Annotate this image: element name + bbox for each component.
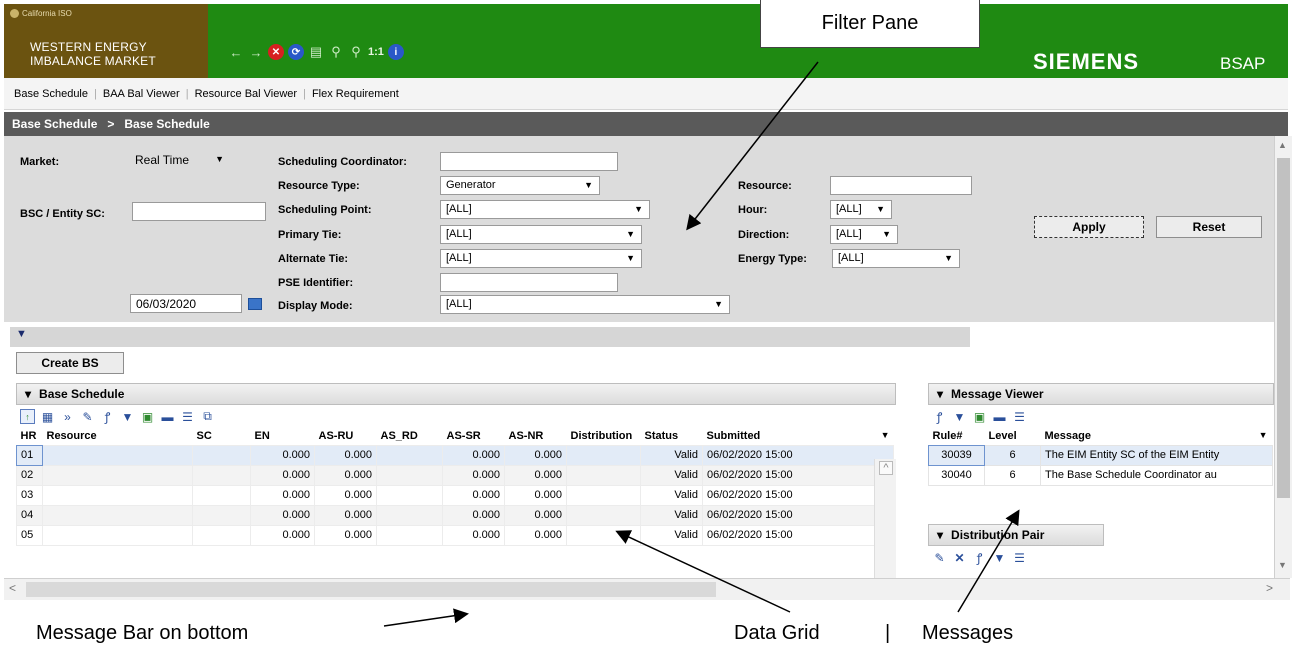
data-grid-arrow: [615, 530, 791, 613]
annotation-arrows: [383, 61, 1020, 627]
filter-pane-arrow: [686, 61, 819, 231]
messages-arrow: [957, 509, 1020, 613]
message-bar-arrow: [383, 608, 469, 627]
